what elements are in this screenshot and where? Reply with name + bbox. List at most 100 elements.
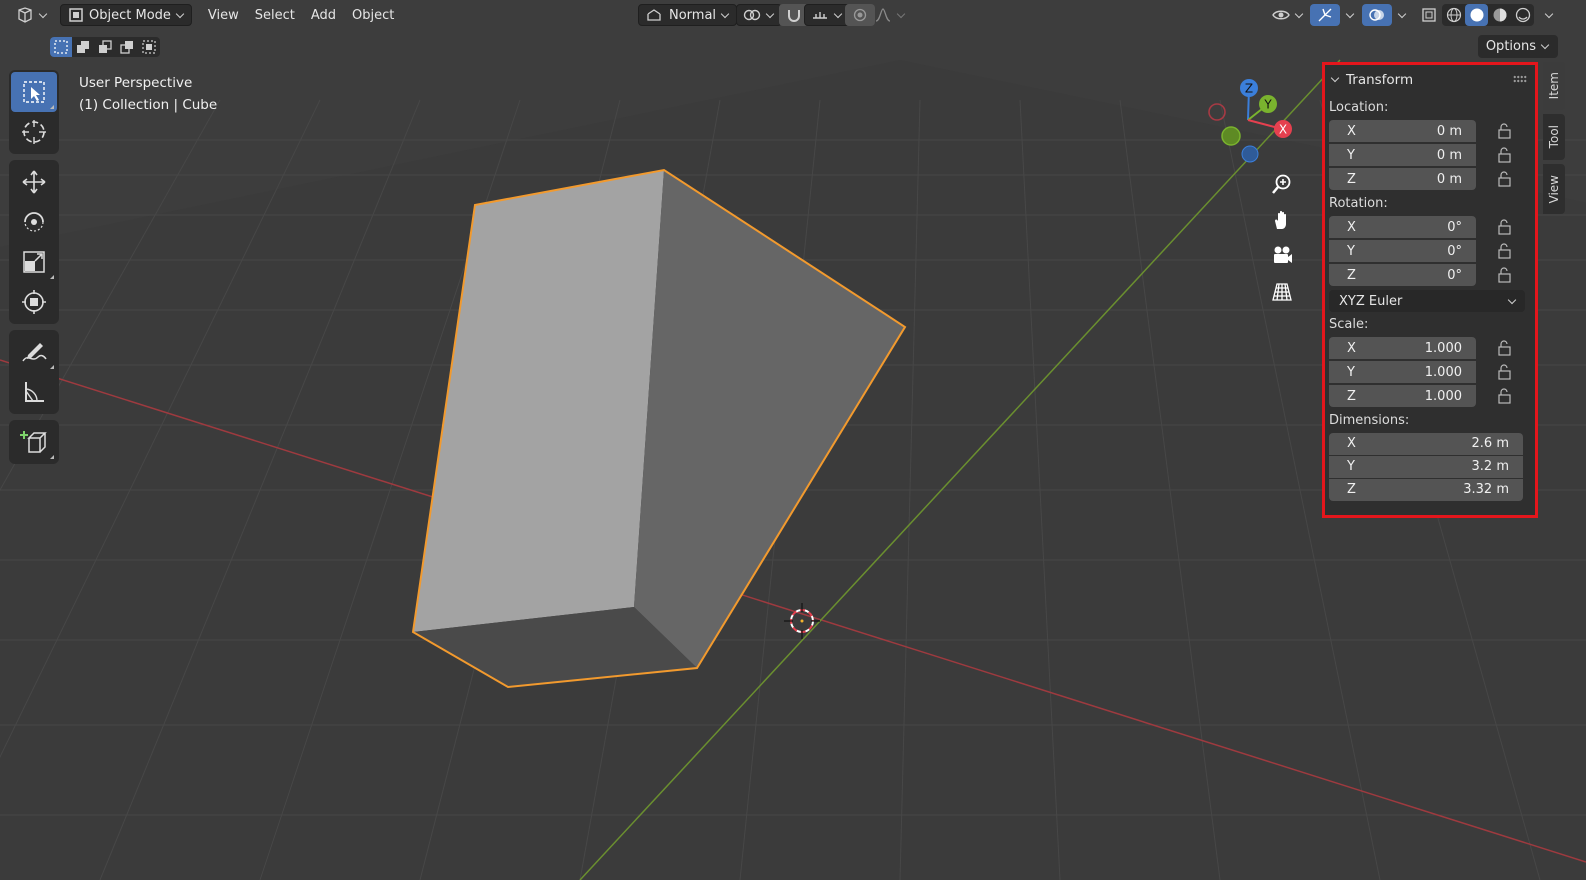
dimensions-x-field[interactable]: X 2.6 m — [1329, 432, 1523, 455]
axis-label: Y — [1347, 243, 1355, 259]
location-x-field[interactable]: X 0 m — [1329, 120, 1476, 142]
location-y-field[interactable]: Y 0 m — [1329, 144, 1476, 166]
scale-z-field[interactable]: Z 1.000 — [1329, 385, 1476, 407]
rotation-z-field[interactable]: Z 0° — [1329, 264, 1476, 286]
chevron-down-icon — [1345, 9, 1355, 18]
shading-dropdown[interactable] — [1534, 4, 1560, 26]
lock-icon[interactable] — [1497, 267, 1513, 283]
mode-dropdown[interactable]: Object Mode — [60, 4, 192, 26]
gizmo-dropdown[interactable] — [1335, 4, 1361, 26]
tab-item[interactable]: Item — [1543, 62, 1565, 110]
field-value: 0° — [1447, 267, 1462, 283]
camera-view-button[interactable] — [1266, 240, 1298, 272]
select-subtract-button[interactable] — [94, 37, 116, 57]
annotate-tool[interactable] — [11, 332, 57, 372]
axis-label: Z — [1347, 482, 1356, 497]
axis-label: X — [1347, 340, 1356, 356]
drag-grip-icon[interactable] — [1513, 75, 1527, 83]
eye-icon — [1272, 6, 1290, 24]
dimensions-z-field[interactable]: Z 3.32 m — [1329, 478, 1523, 501]
measure-tool[interactable] — [11, 372, 57, 412]
options-dropdown[interactable]: Options — [1477, 35, 1558, 58]
transform-panel-header[interactable]: Transform — [1325, 65, 1535, 95]
lock-icon[interactable] — [1497, 219, 1513, 235]
lock-icon[interactable] — [1497, 147, 1513, 163]
chevron-down-icon — [765, 9, 775, 18]
material-shading-button[interactable] — [1488, 4, 1511, 26]
magnet-icon — [785, 6, 803, 24]
select-new-button[interactable] — [50, 37, 72, 57]
field-value: 3.2 m — [1471, 459, 1509, 474]
move-tool[interactable] — [11, 162, 57, 202]
rotation-x-field[interactable]: X 0° — [1329, 216, 1476, 238]
field-value: 2.6 m — [1471, 436, 1509, 451]
add-cube-tool[interactable] — [11, 422, 57, 462]
tab-view-label: View — [1547, 174, 1561, 204]
falloff-dropdown[interactable] — [868, 4, 912, 26]
overlays-dropdown[interactable] — [1387, 4, 1413, 26]
lock-icon[interactable] — [1497, 171, 1513, 187]
axis-label: Y — [1347, 147, 1355, 163]
location-label: Location: — [1329, 100, 1389, 115]
sidebar-tabs: Item Tool View — [1543, 62, 1567, 218]
lock-icon[interactable] — [1497, 388, 1513, 404]
field-value: 0 m — [1436, 171, 1462, 187]
dimensions-y-field[interactable]: Y 3.2 m — [1329, 455, 1523, 478]
gizmo-neg-z — [1241, 145, 1259, 163]
rotate-tool[interactable] — [11, 202, 57, 242]
rotation-label: Rotation: — [1329, 196, 1388, 211]
select-intersect-button[interactable] — [138, 37, 160, 57]
gizmo-x-label: X — [1279, 123, 1287, 137]
zoom-button[interactable] — [1266, 168, 1298, 200]
chevron-down-icon — [1544, 9, 1554, 18]
rotation-y-field[interactable]: Y 0° — [1329, 240, 1476, 262]
shading-mode-group — [1442, 4, 1534, 26]
gizmo-y-label: Y — [1263, 98, 1272, 112]
field-value: 1.000 — [1424, 388, 1462, 404]
editor-type-button[interactable] — [10, 4, 54, 26]
transform-orientation-dropdown[interactable]: Normal — [638, 4, 738, 26]
scale-y-field[interactable]: Y 1.000 — [1329, 361, 1476, 383]
viewport-info: User Perspective (1) Collection | Cube — [79, 72, 217, 116]
transform-title: Transform — [1346, 72, 1414, 88]
tab-view[interactable]: View — [1543, 164, 1565, 214]
rendered-shading-button[interactable] — [1511, 4, 1534, 26]
axis-label: Z — [1347, 267, 1356, 283]
gizmo-icon — [1316, 6, 1334, 24]
perspective-toggle-button[interactable] — [1266, 276, 1298, 308]
chevron-down-icon — [720, 9, 730, 18]
chevron-down-icon — [1507, 295, 1517, 304]
menu-select[interactable]: Select — [249, 4, 301, 26]
visibility-dropdown[interactable] — [1266, 4, 1310, 26]
rotation-mode-dropdown[interactable]: XYZ Euler — [1329, 290, 1525, 312]
lock-icon[interactable] — [1497, 243, 1513, 259]
pan-hand-button[interactable] — [1266, 204, 1298, 236]
scale-x-field[interactable]: X 1.000 — [1329, 337, 1476, 359]
location-z-field[interactable]: Z 0 m — [1329, 168, 1476, 190]
gizmo-z-label: Z — [1245, 82, 1253, 96]
axis-label: Y — [1347, 459, 1355, 474]
collection-label: (1) Collection | Cube — [79, 97, 218, 113]
lock-icon[interactable] — [1497, 340, 1513, 356]
lock-icon[interactable] — [1497, 123, 1513, 139]
menu-add[interactable]: Add — [305, 4, 342, 26]
pivot-point-dropdown[interactable] — [736, 4, 782, 26]
editor-type-icon — [16, 6, 34, 24]
tab-tool[interactable]: Tool — [1543, 114, 1565, 160]
select-box-tool[interactable] — [11, 72, 57, 112]
transform-tool[interactable] — [11, 282, 57, 322]
axis-label: Z — [1347, 171, 1356, 187]
solid-shading-button[interactable] — [1465, 4, 1488, 26]
select-difference-button[interactable] — [116, 37, 138, 57]
wireframe-shading-button[interactable] — [1442, 4, 1465, 26]
menu-view[interactable]: View — [202, 4, 245, 26]
snap-target-dropdown[interactable] — [804, 4, 850, 26]
menu-object[interactable]: Object — [346, 4, 400, 26]
options-label: Options — [1485, 39, 1536, 54]
select-extend-button[interactable] — [72, 37, 94, 57]
lock-icon[interactable] — [1497, 364, 1513, 380]
scale-tool[interactable] — [11, 242, 57, 282]
orientation-label: Normal — [669, 7, 717, 23]
xray-toggle[interactable] — [1414, 4, 1444, 26]
cursor-tool[interactable] — [11, 112, 57, 152]
